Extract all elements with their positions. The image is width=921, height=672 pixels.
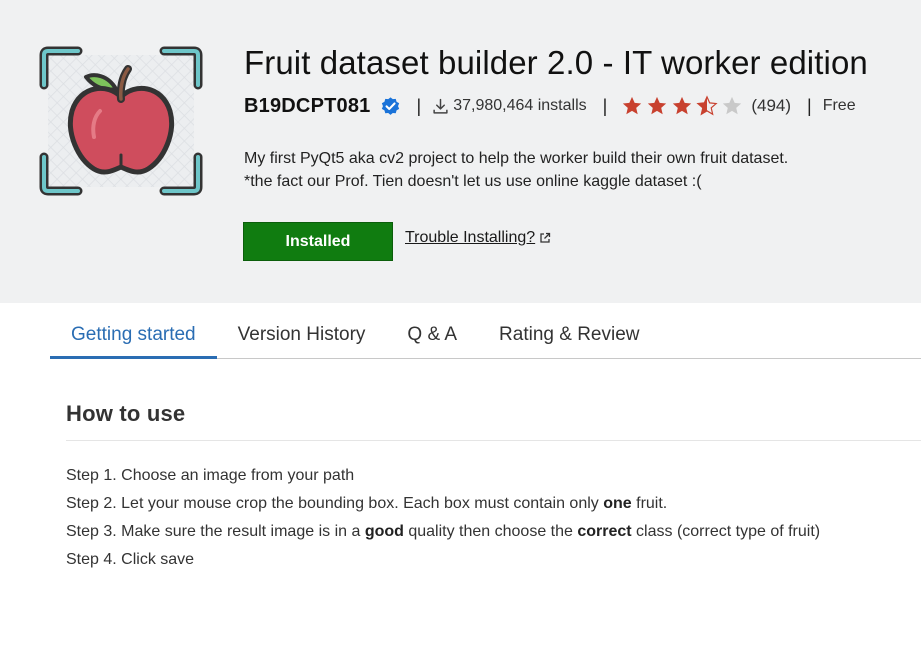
detail-tabs: Getting started Version History Q & A Ra… <box>50 311 921 359</box>
section-heading: How to use <box>66 401 186 426</box>
step-item: Step 3. Make sure the result image is in… <box>66 523 821 540</box>
star-empty-icon <box>723 96 742 115</box>
description-line: *the fact our Prof. Tien doesn't let us … <box>244 173 702 190</box>
step-item: Step 1. Choose an image from your path <box>66 467 355 484</box>
meta-separator: | <box>602 95 608 116</box>
price-label: Free <box>822 97 856 114</box>
star-icon <box>673 96 692 115</box>
tab-rating-review[interactable]: Rating & Review <box>478 311 660 358</box>
trouble-installing-label: Trouble Installing? <box>405 229 536 246</box>
extension-description: My first PyQt5 aka cv2 project to help t… <box>244 147 788 193</box>
step-item: Step 2. Let your mouse crop the bounding… <box>66 495 668 512</box>
install-count: 37,980,464 installs <box>453 97 587 114</box>
extension-title: Fruit dataset builder 2.0 - IT worker ed… <box>244 44 868 81</box>
tab-q-and-a[interactable]: Q & A <box>386 311 478 358</box>
apple-scan-logo <box>39 46 203 196</box>
star-icon <box>623 96 642 115</box>
star-half-icon <box>696 95 718 116</box>
tab-version-history[interactable]: Version History <box>217 311 387 358</box>
extension-header: Fruit dataset builder 2.0 - IT worker ed… <box>0 0 921 303</box>
extension-meta: B19DCPT081 | 37,980,464 installs | (494)… <box>244 93 856 119</box>
tab-getting-started[interactable]: Getting started <box>50 311 217 359</box>
verified-badge-icon <box>381 96 399 115</box>
section-divider <box>66 440 921 441</box>
steps-list: Step 1. Choose an image from your path S… <box>66 462 820 574</box>
description-line: My first PyQt5 aka cv2 project to help t… <box>244 150 789 167</box>
installed-button[interactable]: Installed <box>243 222 393 261</box>
rating-stars[interactable] <box>620 95 745 117</box>
rating-count[interactable]: (494) <box>751 96 791 116</box>
external-link-icon <box>540 232 551 243</box>
meta-separator: | <box>416 95 422 116</box>
publisher-name[interactable]: B19DCPT081 <box>244 95 371 118</box>
step-item: Step 4. Click save <box>66 551 195 568</box>
download-icon <box>433 98 448 114</box>
star-icon <box>648 96 667 115</box>
meta-separator: | <box>807 95 812 116</box>
trouble-installing-link[interactable]: Trouble Installing? <box>405 229 551 247</box>
